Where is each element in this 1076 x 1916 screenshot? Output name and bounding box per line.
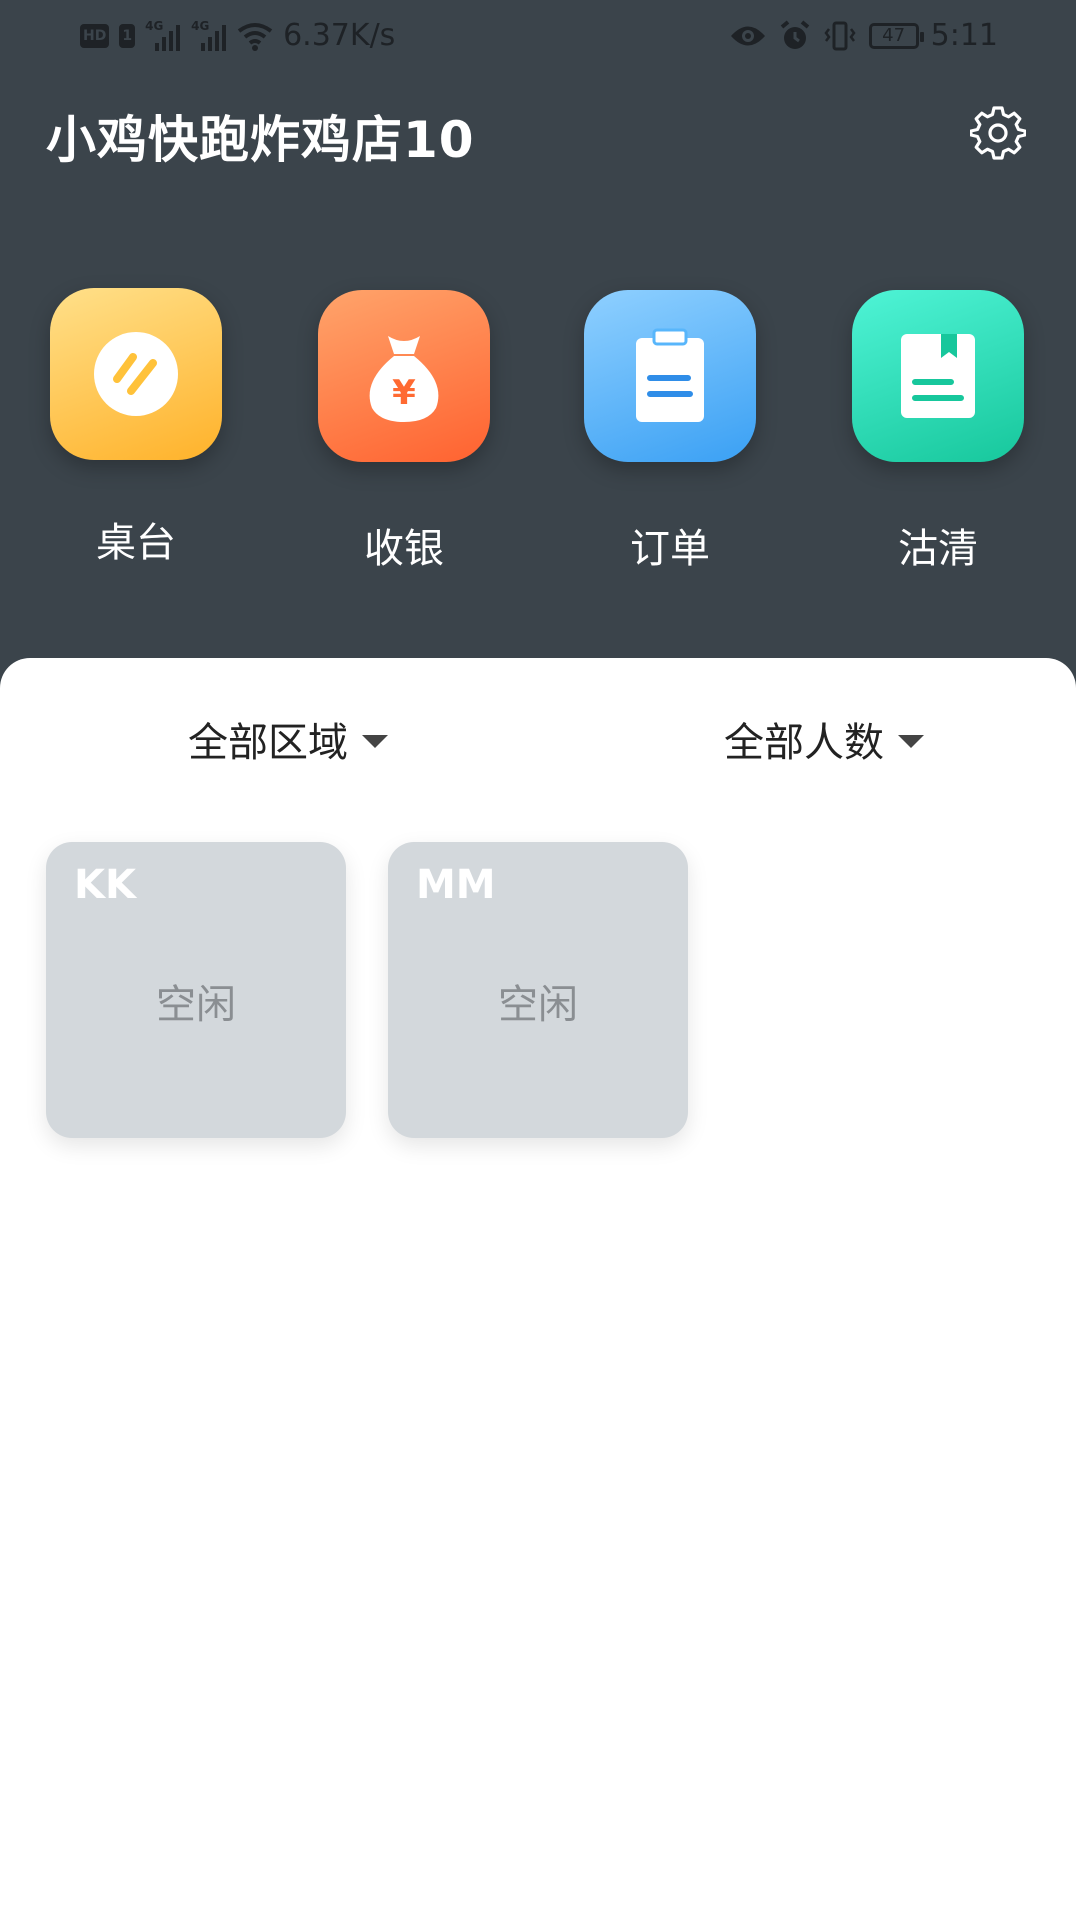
money-bag-icon: ¥ xyxy=(369,336,439,422)
table-card[interactable]: MM 空闲 xyxy=(388,842,688,1138)
table-status: 空闲 xyxy=(156,982,236,1028)
tile-tables[interactable] xyxy=(50,288,222,460)
network-speed: 6.37K/s xyxy=(283,18,396,53)
hd-badge: HD xyxy=(80,23,110,48)
tile-orders-label: 订单 xyxy=(630,526,710,572)
clock: 5:11 xyxy=(930,18,998,53)
eye-icon xyxy=(730,26,765,45)
table-status: 空闲 xyxy=(498,982,578,1028)
area-filter-label: 全部区域 xyxy=(188,720,348,766)
people-filter-label: 全部人数 xyxy=(724,720,884,766)
tile-orders[interactable] xyxy=(584,290,756,462)
sim-badge: 1 xyxy=(119,23,136,48)
tile-sold-out-label: 沽清 xyxy=(898,526,978,572)
settings-gear-icon[interactable] xyxy=(970,104,1026,160)
table-icon xyxy=(94,332,178,416)
caret-down-icon xyxy=(362,734,388,748)
table-name: KK xyxy=(74,862,136,908)
area-filter-dropdown[interactable]: 全部区域 xyxy=(188,710,388,768)
people-filter-dropdown[interactable]: 全部人数 xyxy=(724,710,924,768)
caret-down-icon xyxy=(898,734,924,748)
cell-signal-icon: 4G xyxy=(191,19,227,51)
wifi-icon xyxy=(237,22,273,51)
table-card[interactable]: KK 空闲 xyxy=(46,842,346,1138)
tile-cashier-label: 收银 xyxy=(364,526,444,572)
notebook-icon xyxy=(901,334,975,418)
store-title: 小鸡快跑炸鸡店10 xyxy=(46,111,475,169)
cell-signal-icon: 4G xyxy=(145,19,181,51)
vibrate-icon xyxy=(824,21,856,50)
tile-tables-label: 桌台 xyxy=(96,520,176,566)
battery-icon: 47 xyxy=(868,22,924,49)
table-name: MM xyxy=(416,862,496,908)
status-bar: HD 1 4G 4G 6.37K/s 47 5:11 xyxy=(0,0,1076,76)
alarm-icon xyxy=(780,19,809,49)
tile-sold-out[interactable] xyxy=(852,290,1024,462)
tile-cashier[interactable]: ¥ xyxy=(318,290,490,462)
svg-text:¥: ¥ xyxy=(392,373,416,413)
clipboard-icon xyxy=(636,328,704,422)
